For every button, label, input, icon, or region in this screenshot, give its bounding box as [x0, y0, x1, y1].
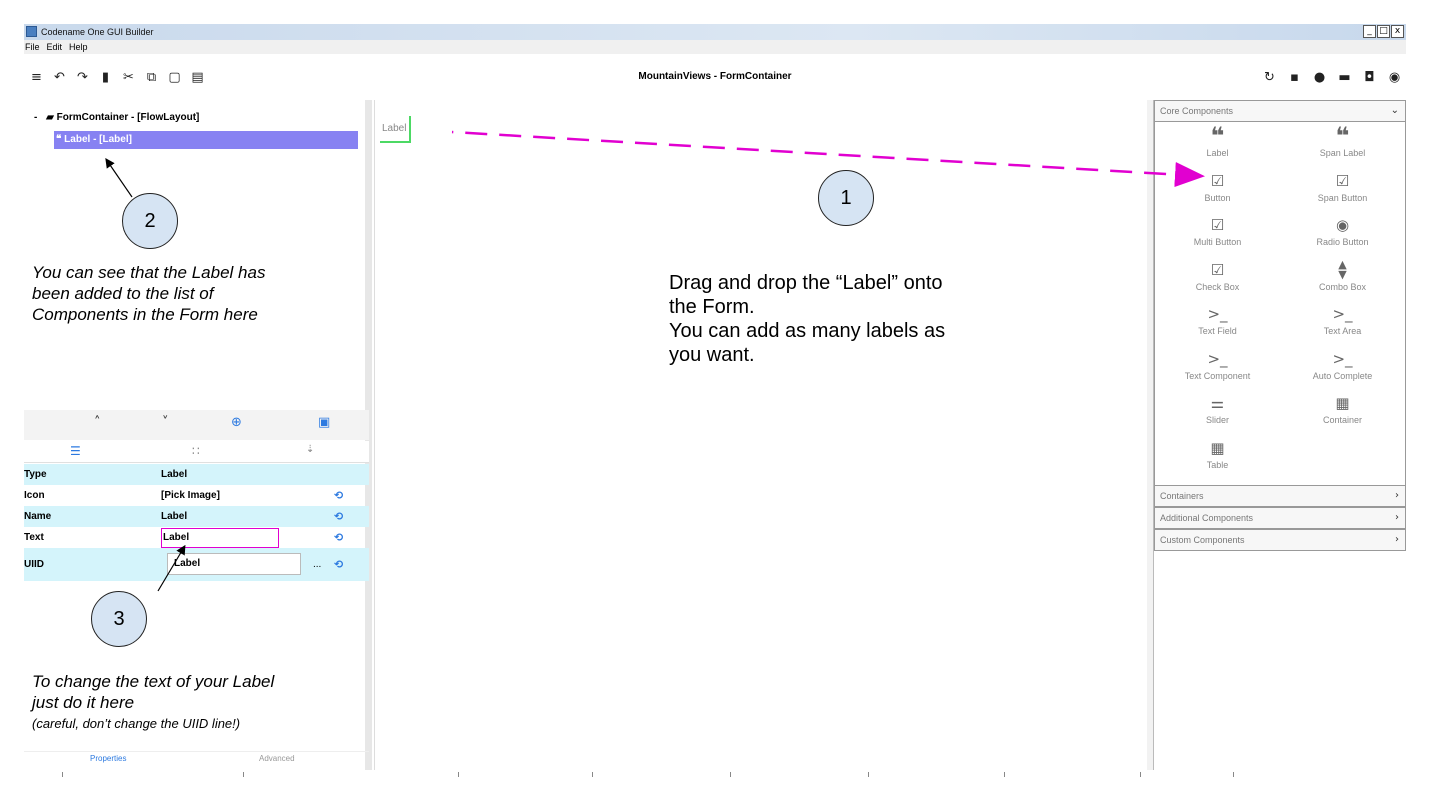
note-tree: You can see that the Label has been adde…: [32, 263, 266, 324]
note-change-text: To change the text of your Label just do…: [32, 672, 275, 712]
callout-1: 1: [818, 170, 874, 226]
callout-3: 3: [91, 591, 147, 647]
note-drag-drop: Drag and drop the “Label” onto the Form.…: [669, 272, 946, 366]
text-pointer-arrow: [157, 544, 186, 592]
note-uiid-warning: (careful, don’t change the UIID line!): [32, 716, 241, 731]
drag-arrow: [451, 130, 1205, 188]
taskbar: [0, 770, 1434, 790]
tree-pointer-arrow: [105, 158, 133, 198]
callout-2: 2: [122, 193, 178, 249]
